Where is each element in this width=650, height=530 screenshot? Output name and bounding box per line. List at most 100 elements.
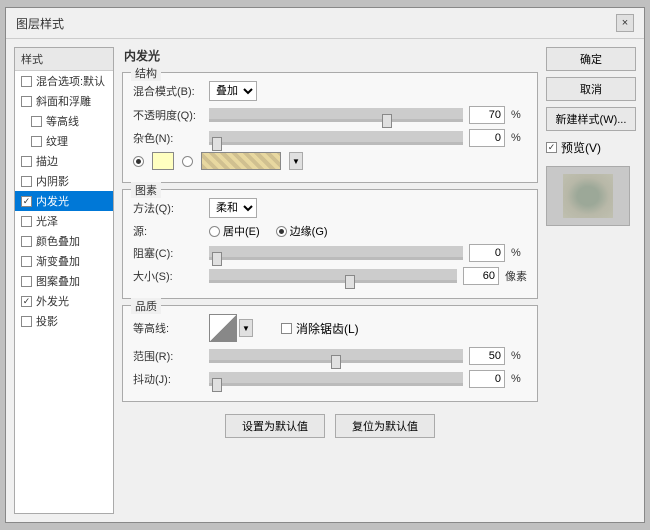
size-row: 大小(S): 像素	[133, 267, 527, 285]
method-label: 方法(Q):	[133, 200, 203, 216]
texture-checkbox[interactable]	[31, 136, 42, 147]
center-radio[interactable]	[209, 226, 220, 237]
sidebar-item-satin[interactable]: 光泽	[15, 211, 113, 231]
bottom-buttons: 设置为默认值 复位为默认值	[122, 408, 538, 442]
pattern-overlay-checkbox[interactable]	[21, 276, 32, 287]
preview-checkbox[interactable]	[546, 142, 557, 153]
edge-radio[interactable]	[276, 226, 287, 237]
range-unit: %	[511, 350, 527, 362]
range-slider[interactable]	[209, 349, 463, 363]
sidebar-item-bevel[interactable]: 斜面和浮雕	[15, 91, 113, 111]
quality-title: 品质	[131, 298, 161, 314]
center-label: 居中(E)	[223, 223, 260, 239]
contour-checkbox[interactable]	[31, 116, 42, 127]
opacity-slider[interactable]	[209, 108, 463, 122]
anti-alias-checkbox[interactable]	[281, 323, 292, 334]
gradient-overlay-checkbox[interactable]	[21, 256, 32, 267]
jitter-input[interactable]	[469, 370, 505, 388]
sidebar-item-color-overlay[interactable]: 颜色叠加	[15, 231, 113, 251]
gradient-dropdown-arrow[interactable]: ▼	[289, 152, 303, 170]
dialog-body: 样式 混合选项:默认 斜面和浮雕 等高线 纹理 描边	[6, 39, 644, 522]
jitter-row: 抖动(J): %	[133, 370, 527, 388]
opacity-input[interactable]	[469, 106, 505, 124]
preview-box	[546, 166, 630, 226]
sidebar-item-gradient-overlay[interactable]: 渐变叠加	[15, 251, 113, 271]
set-default-button[interactable]: 设置为默认值	[225, 414, 325, 438]
range-thumb[interactable]	[331, 355, 341, 369]
sidebar-item-inner-shadow[interactable]: 内阴影	[15, 171, 113, 191]
noise-unit: %	[511, 132, 527, 144]
cancel-button[interactable]: 取消	[546, 77, 636, 101]
elements-title: 图素	[131, 182, 161, 198]
opacity-unit: %	[511, 109, 527, 121]
sidebar-item-stroke[interactable]: 描边	[15, 151, 113, 171]
blend-mode-row: 混合模式(B): 叠加 正常 柔光	[133, 81, 527, 101]
choke-thumb[interactable]	[212, 252, 222, 266]
sidebar-item-drop-shadow[interactable]: 投影	[15, 311, 113, 331]
sidebar-item-outer-glow[interactable]: 外发光	[15, 291, 113, 311]
jitter-thumb[interactable]	[212, 378, 222, 392]
blend-mode-select[interactable]: 叠加 正常 柔光	[209, 81, 257, 101]
preview-label: 预览(V)	[561, 139, 601, 156]
noise-label: 杂色(N):	[133, 130, 203, 146]
size-label: 大小(S):	[133, 268, 203, 284]
noise-slider[interactable]	[209, 131, 463, 145]
jitter-label: 抖动(J):	[133, 371, 203, 387]
inner-glow-checkbox[interactable]	[21, 196, 32, 207]
opacity-thumb[interactable]	[382, 114, 392, 128]
choke-input[interactable]	[469, 244, 505, 262]
right-panel: 确定 取消 新建样式(W)... 预览(V)	[546, 47, 636, 514]
color-type-row: ▼	[133, 152, 527, 170]
range-input[interactable]	[469, 347, 505, 365]
range-label: 范围(R):	[133, 348, 203, 364]
stroke-checkbox[interactable]	[21, 156, 32, 167]
ok-button[interactable]: 确定	[546, 47, 636, 71]
color-swatch[interactable]	[152, 152, 174, 170]
new-style-button[interactable]: 新建样式(W)...	[546, 107, 636, 131]
choke-label: 阻塞(C):	[133, 245, 203, 261]
main-content: 内发光 结构 混合模式(B): 叠加 正常 柔光 不透明度(Q):	[122, 47, 538, 514]
contour-arrow[interactable]: ▼	[239, 319, 253, 337]
sidebar-item-texture[interactable]: 纹理	[15, 131, 113, 151]
choke-row: 阻塞(C): %	[133, 244, 527, 262]
dialog-title: 图层样式	[16, 15, 64, 32]
source-row: 源: 居中(E) 边缘(G)	[133, 223, 527, 239]
jitter-unit: %	[511, 373, 527, 385]
method-select[interactable]: 柔和 精确	[209, 198, 257, 218]
inner-shadow-checkbox[interactable]	[21, 176, 32, 187]
size-unit: 像素	[505, 268, 527, 284]
bevel-checkbox[interactable]	[21, 96, 32, 107]
drop-shadow-checkbox[interactable]	[21, 316, 32, 327]
sidebar-item-inner-glow[interactable]: 内发光	[15, 191, 113, 211]
satin-checkbox[interactable]	[21, 216, 32, 227]
choke-slider[interactable]	[209, 246, 463, 260]
gradient-radio[interactable]	[182, 156, 193, 167]
sidebar-item-contour[interactable]: 等高线	[15, 111, 113, 131]
size-slider[interactable]	[209, 269, 457, 283]
structure-title: 结构	[131, 65, 161, 81]
anti-alias-label: 消除锯齿(L)	[296, 320, 359, 337]
blending-checkbox[interactable]	[21, 76, 32, 87]
outer-glow-checkbox[interactable]	[21, 296, 32, 307]
solid-color-radio[interactable]	[133, 156, 144, 167]
jitter-slider[interactable]	[209, 372, 463, 386]
blend-mode-label: 混合模式(B):	[133, 83, 203, 99]
noise-row: 杂色(N): %	[133, 129, 527, 147]
choke-unit: %	[511, 247, 527, 259]
contour-thumb[interactable]	[209, 314, 237, 342]
color-overlay-checkbox[interactable]	[21, 236, 32, 247]
noise-input[interactable]	[469, 129, 505, 147]
size-thumb[interactable]	[345, 275, 355, 289]
noise-thumb[interactable]	[212, 137, 222, 151]
source-label: 源:	[133, 223, 203, 239]
sidebar-item-pattern-overlay[interactable]: 图案叠加	[15, 271, 113, 291]
opacity-label: 不透明度(Q):	[133, 107, 203, 123]
contour-dropdown: ▼	[209, 314, 253, 342]
reset-default-button[interactable]: 复位为默认值	[335, 414, 435, 438]
section-inner-glow-title: 内发光	[122, 47, 538, 66]
gradient-swatch[interactable]	[201, 152, 281, 170]
close-button[interactable]: ×	[616, 14, 634, 32]
size-input[interactable]	[463, 267, 499, 285]
title-bar: 图层样式 ×	[6, 8, 644, 39]
sidebar-item-blending[interactable]: 混合选项:默认	[15, 71, 113, 91]
